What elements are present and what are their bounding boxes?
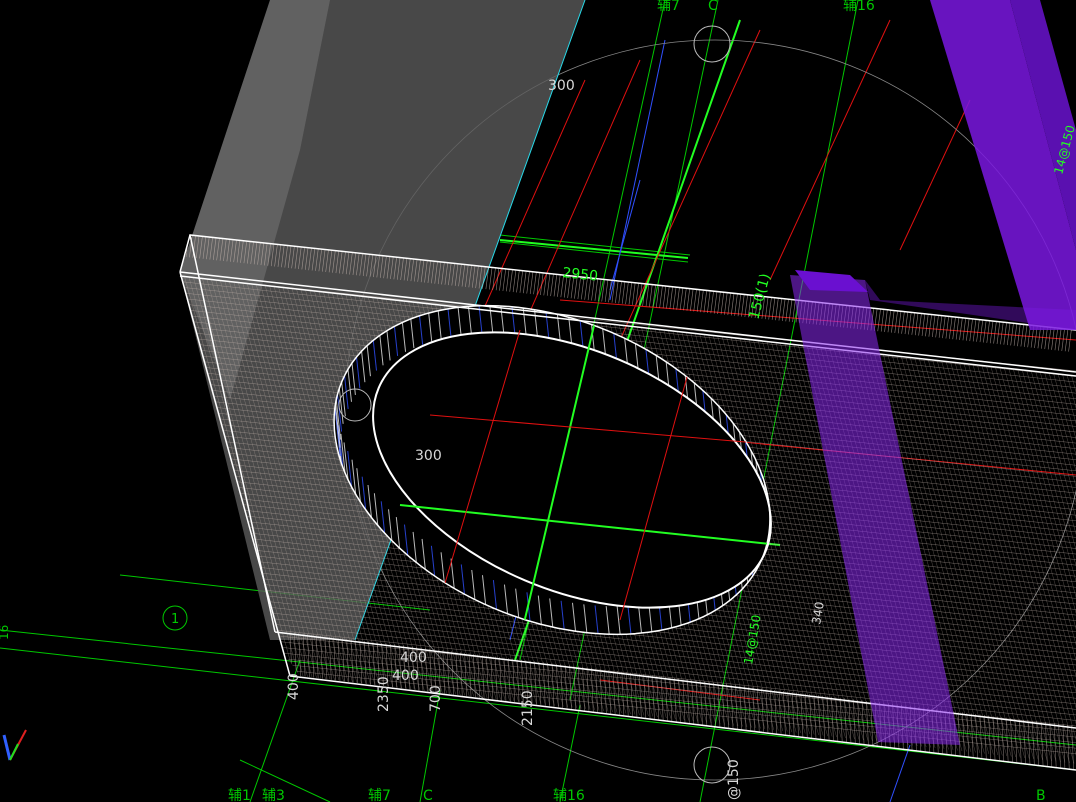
xyz-axis-gizmo-icon[interactable] (2, 729, 27, 761)
dim-400-a: 400 (400, 650, 427, 666)
dim-2350: 2350 (376, 676, 392, 712)
dim-400-b: 400 (392, 668, 419, 684)
dim-700: 700 (428, 685, 444, 712)
dim-300-mid: 300 (415, 448, 442, 464)
axis-label-top-2: C (708, 0, 718, 14)
dim-400-c: 400 (286, 673, 302, 700)
dim-rebar-callout: 14@150 (741, 614, 764, 666)
axis-label-bottom-2: 辅3 (262, 788, 285, 802)
axis-label-bottom-1: 辅1 (228, 788, 251, 802)
grid-bubble-1: 1 (171, 612, 179, 627)
left-edge-text: 16 (0, 625, 11, 640)
cad-3d-viewport[interactable]: 辅7 C 辅16 1 300 300 2950 150(1) 14@150 40… (0, 0, 1076, 802)
axis-label-top-1: 辅7 (657, 0, 680, 14)
dim-150-bottom: @150 (726, 759, 742, 800)
dim-2950: 2950 (562, 265, 599, 285)
dim-300-top: 300 (548, 78, 575, 94)
axis-label-bottom-3: 辅7 (368, 788, 391, 802)
axis-label-bottom-4: C (423, 788, 433, 802)
axis-label-top-3: 辅16 (843, 0, 875, 14)
dim-2150: 2150 (520, 690, 536, 726)
axis-label-bottom-6: B (1036, 788, 1046, 802)
axis-label-bottom-5: 辅16 (553, 788, 585, 802)
